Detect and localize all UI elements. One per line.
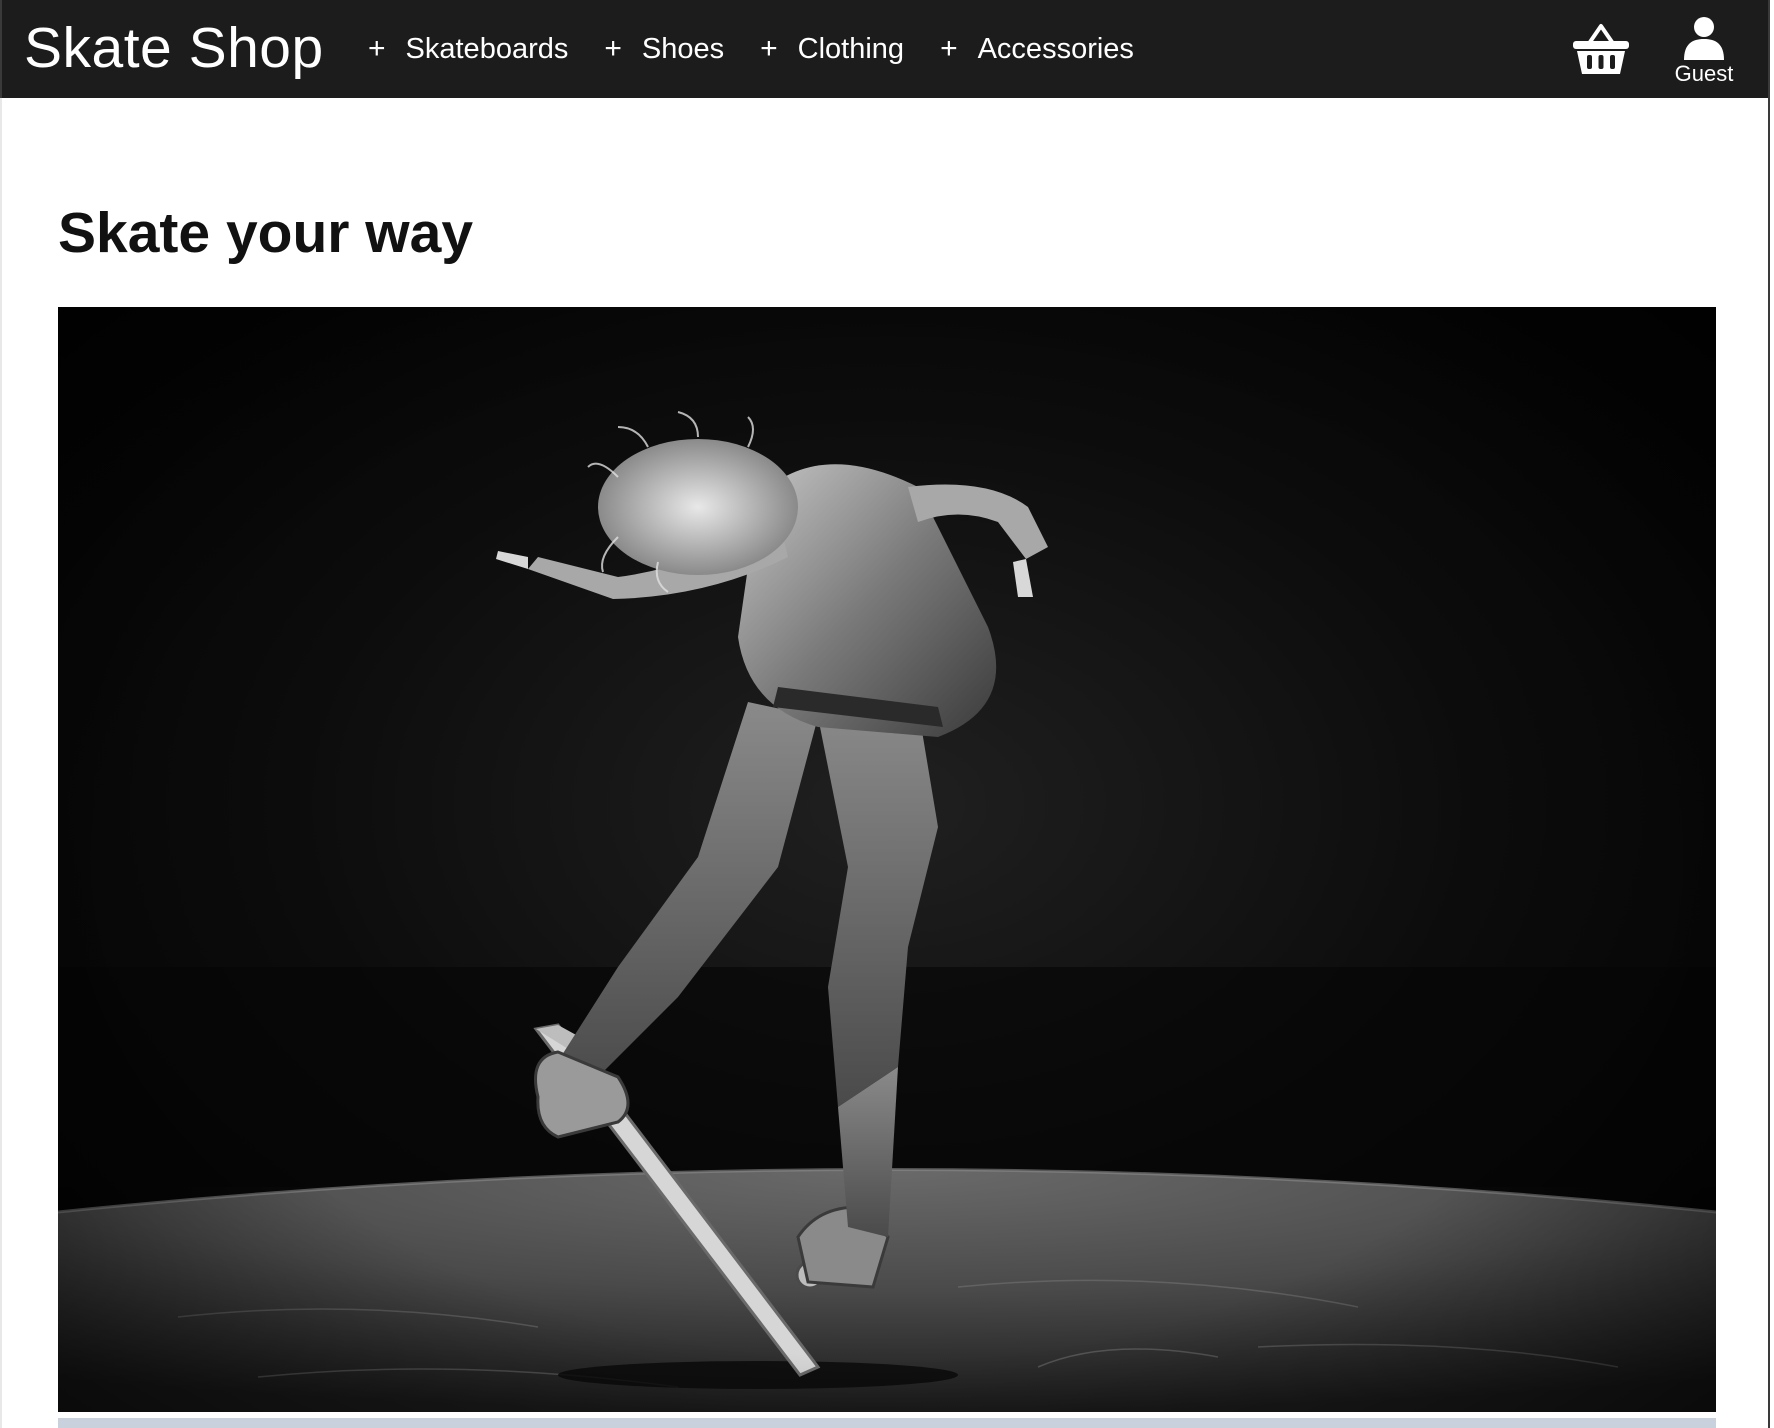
skateboarder-photo bbox=[58, 307, 1716, 1412]
brand-logo-link[interactable]: Skate Shop bbox=[24, 18, 324, 78]
user-icon bbox=[1684, 17, 1724, 60]
content-border-right bbox=[1768, 98, 1770, 1428]
nav-item-label: Clothing bbox=[797, 32, 905, 65]
content-border-left bbox=[0, 98, 2, 1428]
nav-item-accessories[interactable]: + Accessories bbox=[940, 33, 1134, 66]
plus-icon: + bbox=[368, 32, 386, 65]
nav-item-label: Shoes bbox=[641, 32, 725, 65]
hero-image bbox=[58, 307, 1716, 1412]
hero-caption-strip bbox=[58, 1418, 1716, 1428]
nav-item-shoes[interactable]: + Shoes bbox=[604, 33, 724, 66]
account-button[interactable]: Guest bbox=[1670, 16, 1738, 90]
nav-item-label: Skateboards bbox=[405, 32, 569, 65]
page: Skate Shop + Skateboards + Shoes + Cloth… bbox=[0, 0, 1774, 1428]
page-headline: Skate your way bbox=[58, 201, 474, 265]
nav-item-skateboards[interactable]: + Skateboards bbox=[368, 33, 568, 66]
user-label: Guest bbox=[1674, 61, 1734, 86]
top-nav-bar: Skate Shop + Skateboards + Shoes + Cloth… bbox=[0, 0, 1770, 98]
cart-button[interactable] bbox=[1570, 20, 1632, 76]
main-nav: + Skateboards + Shoes + Clothing + Acces… bbox=[368, 28, 1134, 70]
nav-item-label: Accessories bbox=[977, 32, 1134, 65]
plus-icon: + bbox=[940, 32, 958, 65]
nav-item-clothing[interactable]: + Clothing bbox=[760, 33, 904, 66]
basket-icon bbox=[1573, 24, 1629, 74]
plus-icon: + bbox=[604, 32, 622, 65]
plus-icon: + bbox=[760, 32, 778, 65]
